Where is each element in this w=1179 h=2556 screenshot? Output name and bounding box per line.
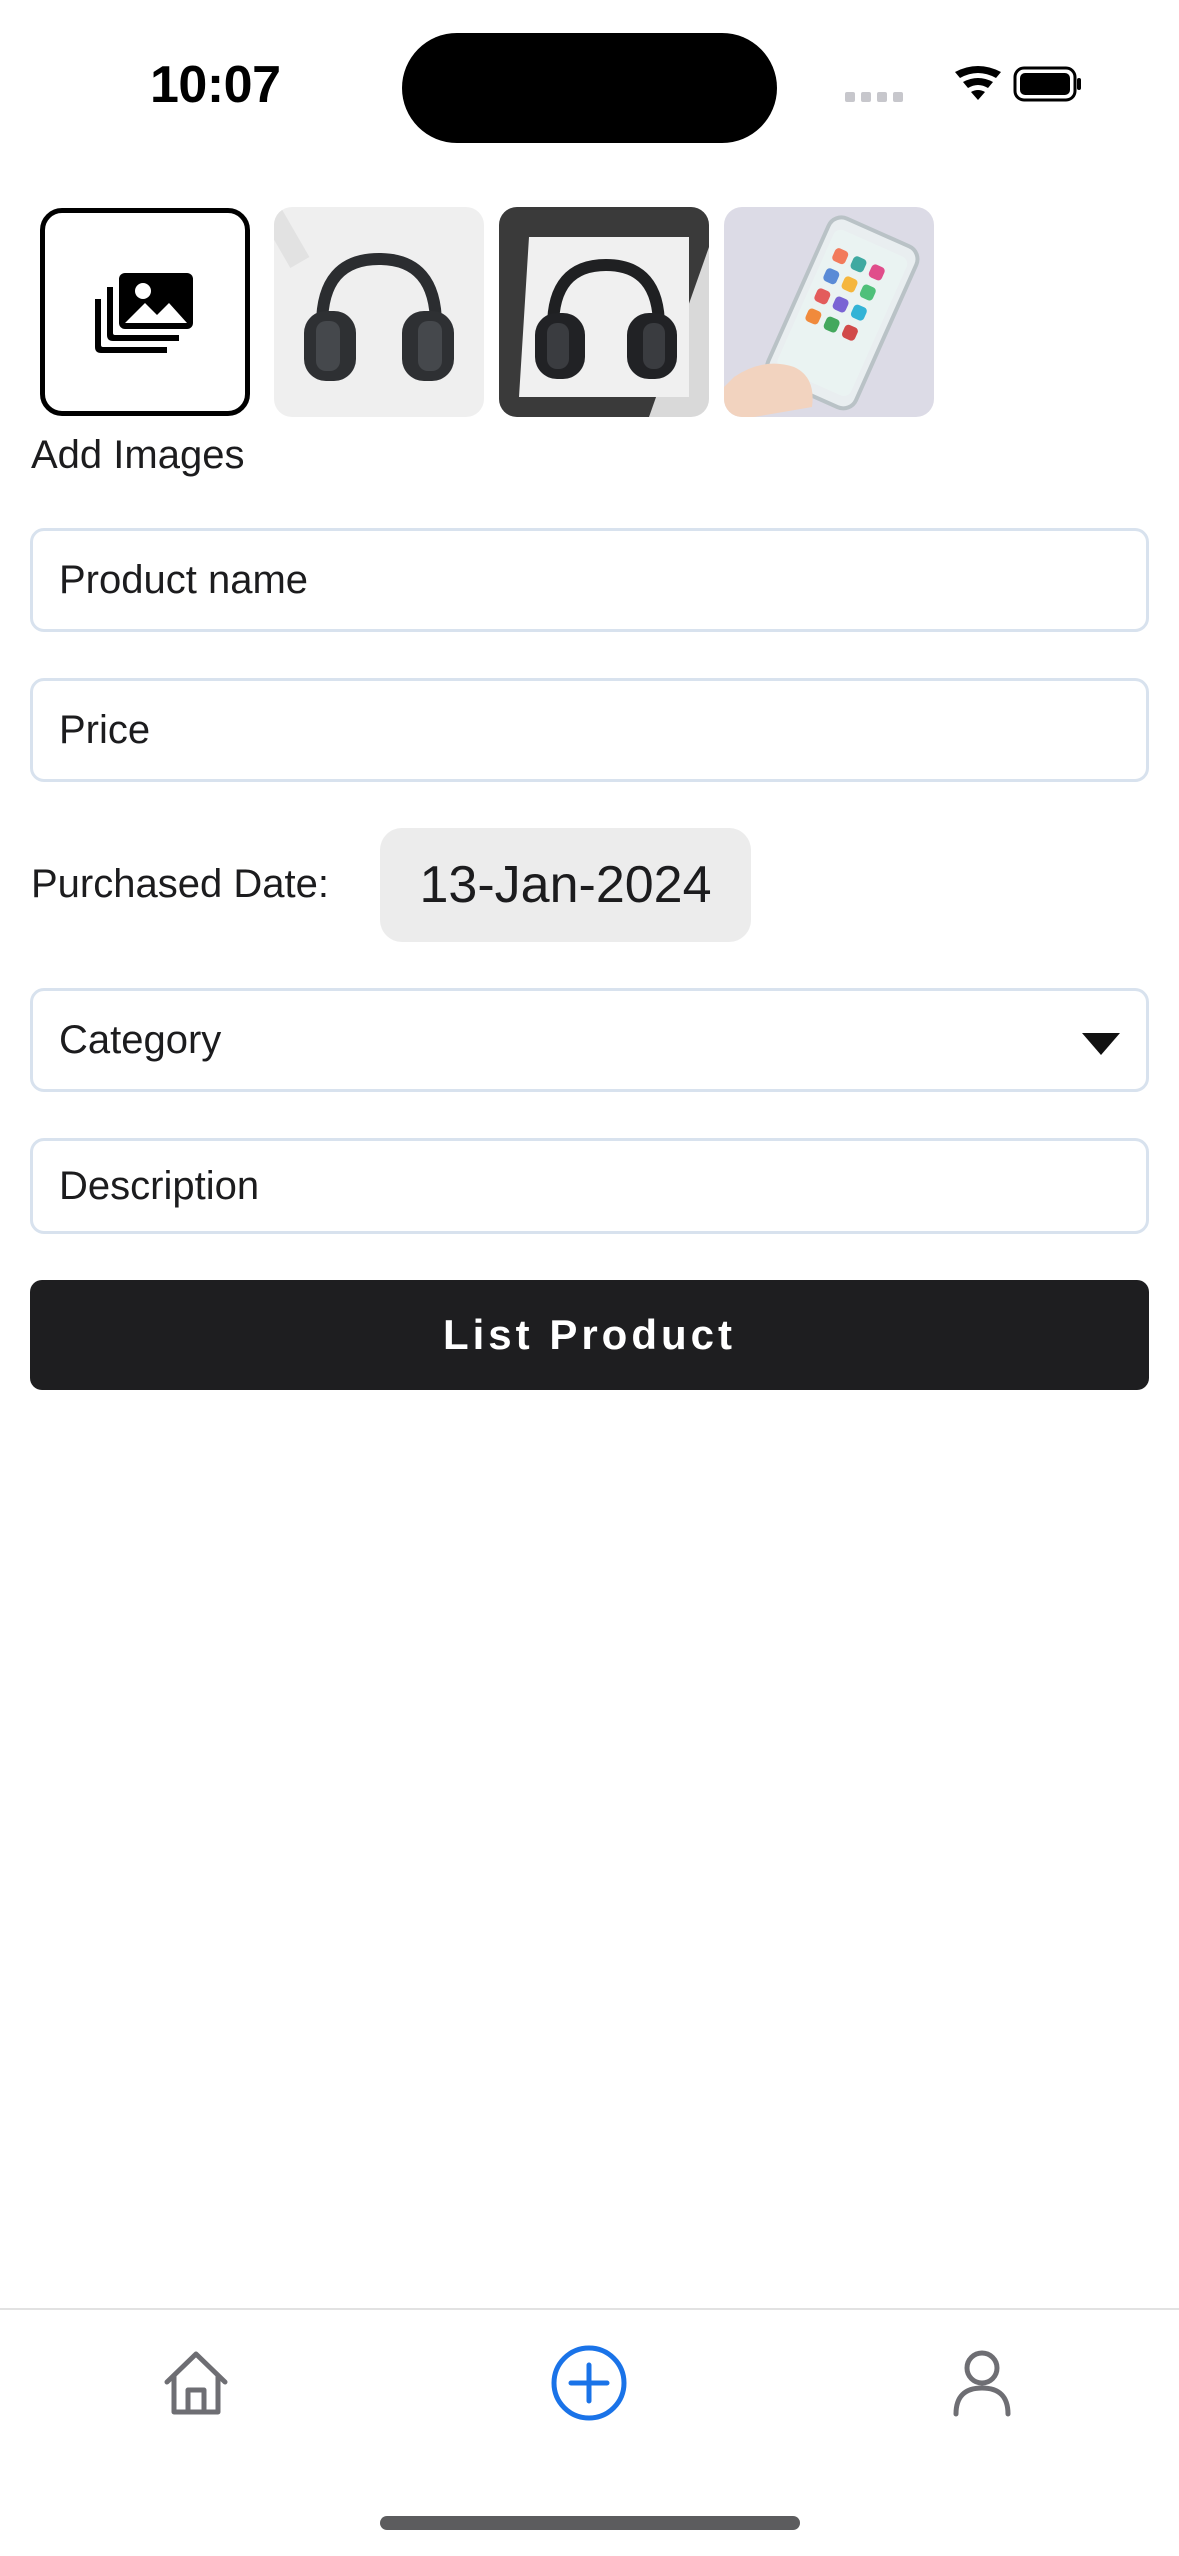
tab-profile[interactable] [927,2328,1037,2438]
battery-icon [1013,66,1081,102]
headphones-photo-icon [499,207,709,417]
sell-product-screen: 10:07 Add Images Product name Price Purc… [0,0,1179,2556]
profile-icon [953,2350,1011,2417]
price-placeholder: Price [59,707,151,752]
product-image-thumbnail[interactable] [274,207,484,417]
dropdown-arrow-icon [1082,1033,1120,1055]
home-indicator[interactable] [380,2516,800,2530]
purchased-date-label: Purchased Date: [31,862,329,906]
tab-add-product[interactable] [534,2328,644,2438]
product-name-placeholder: Product name [59,557,309,602]
description-placeholder: Description [59,1163,260,1208]
headphones-photo-icon [274,207,484,417]
add-images-label: Add Images [31,433,245,477]
smartphone-photo-icon [724,207,934,417]
price-input[interactable]: Price [30,678,1149,782]
category-dropdown[interactable]: Category [30,988,1149,1092]
add-circle-icon [551,2345,627,2421]
status-icons [845,66,1081,102]
photo-library-icon [95,273,193,353]
home-icon [164,2351,228,2415]
purchased-date-picker[interactable]: 13-Jan-2024 [380,828,751,942]
cellular-icon [845,92,903,102]
product-image-thumbnail[interactable] [499,207,709,417]
product-image-thumbnail[interactable] [724,207,934,417]
description-input[interactable]: Description [30,1138,1149,1234]
product-name-input[interactable]: Product name [30,528,1149,632]
list-product-button[interactable]: List Product [30,1280,1149,1390]
wifi-icon [955,66,1001,100]
status-time: 10:07 [150,56,281,114]
add-images-button[interactable] [40,208,250,416]
dynamic-island [402,33,777,143]
category-placeholder: Category [59,1017,222,1062]
tab-home[interactable] [141,2328,251,2438]
